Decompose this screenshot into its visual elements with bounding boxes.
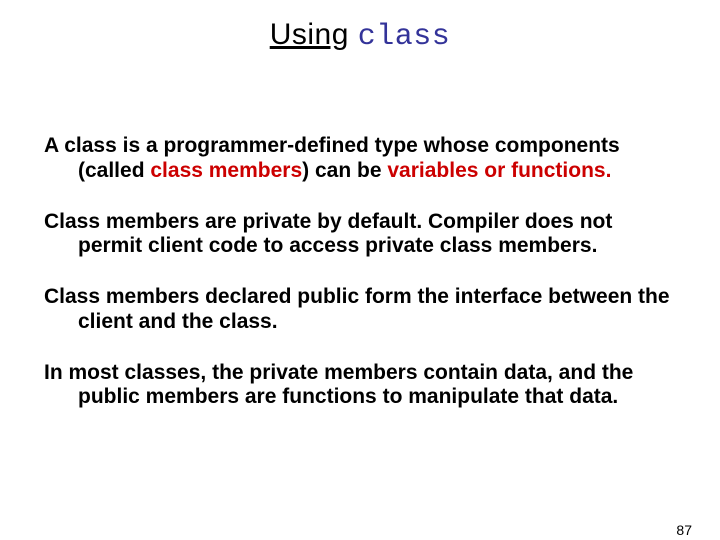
title-word-class: class — [358, 20, 451, 54]
slide: Using class A class is a programmer-defi… — [0, 18, 720, 540]
paragraph-2: Class members are private by default. Co… — [44, 210, 676, 260]
slide-title: Using class — [0, 18, 720, 54]
p1-text-2: ) can be — [302, 159, 387, 182]
title-word-using: Using — [270, 18, 349, 51]
p1-red-2: variables or functions. — [387, 159, 611, 182]
paragraph-1: A class is a programmer-defined type who… — [44, 134, 676, 184]
paragraph-4: In most classes, the private members con… — [44, 361, 676, 411]
page-number: 87 — [676, 522, 692, 538]
p1-red-1: class members — [150, 159, 302, 182]
slide-body: A class is a programmer-defined type who… — [44, 134, 676, 410]
paragraph-3: Class members declared public form the i… — [44, 285, 676, 335]
